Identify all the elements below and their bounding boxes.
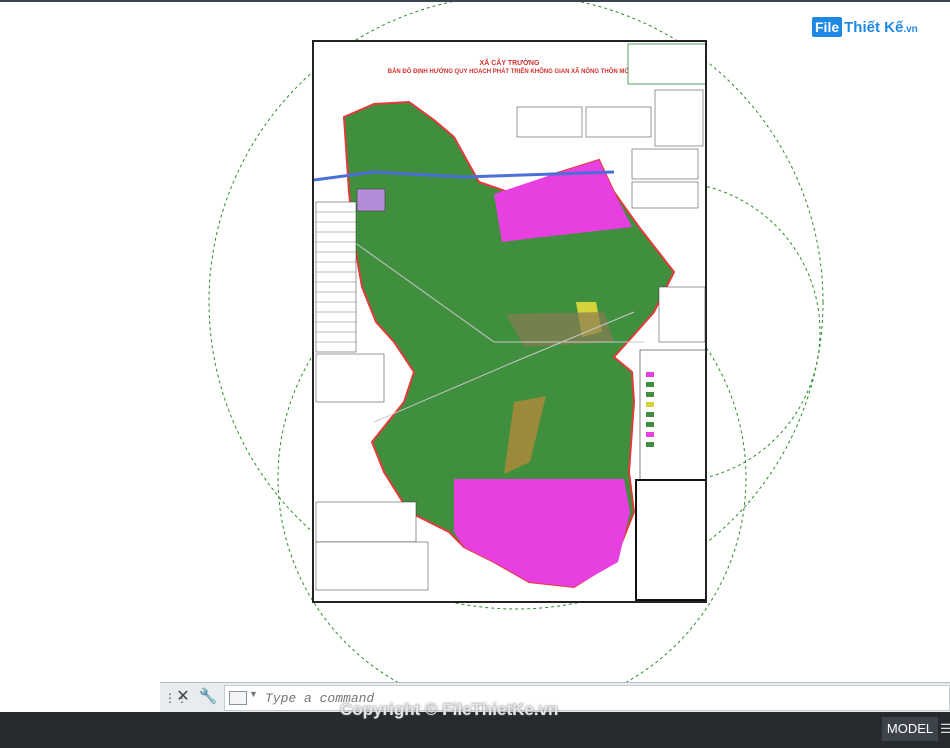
logo-prefix: File <box>812 17 843 37</box>
stats-table-bottom-1 <box>315 501 417 543</box>
command-line-icon[interactable] <box>229 691 247 705</box>
top-table-1 <box>516 106 583 138</box>
district-inset <box>658 286 705 343</box>
watermark-logo: File Thiết Kế .vn <box>812 14 918 40</box>
logo-name: Thiết Kế <box>844 18 904 36</box>
stats-table-bottom-2 <box>315 541 429 591</box>
top-table-2 <box>585 106 652 138</box>
stats-table-left-2 <box>315 353 385 403</box>
copyright-watermark: Copyright © FileThietKe.vn <box>340 700 559 719</box>
right-table-2 <box>631 181 699 209</box>
industrial-zone-south <box>454 479 630 587</box>
region-inset <box>654 89 704 147</box>
drawing-sheet[interactable]: XÃ CÂY TRƯỜNG BẢN ĐỒ ĐỊNH HƯỚNG QUY HOẠC… <box>312 40 707 603</box>
close-icon[interactable]: ✕ <box>174 687 192 707</box>
public-zone <box>356 188 386 212</box>
title-block <box>635 479 705 601</box>
command-input-wrapper[interactable]: ▼ <box>224 685 950 711</box>
stats-table-left <box>315 201 357 353</box>
map-drawing <box>314 43 705 601</box>
chevron-down-icon[interactable]: ▼ <box>249 689 258 699</box>
right-table-1 <box>631 148 699 180</box>
wrench-icon[interactable]: 🔧 <box>198 687 218 707</box>
model-tab[interactable]: MODEL <box>882 717 938 741</box>
drawing-viewport[interactable]: XÃ CÂY TRƯỜNG BẢN ĐỒ ĐỊNH HƯỚNG QUY HOẠC… <box>0 2 950 712</box>
location-inset <box>627 43 705 85</box>
logo-suffix: .vn <box>903 23 918 35</box>
grip-icon[interactable]: ⋮⋮ <box>164 689 188 707</box>
grid-icon[interactable]: ☰ <box>940 717 950 741</box>
